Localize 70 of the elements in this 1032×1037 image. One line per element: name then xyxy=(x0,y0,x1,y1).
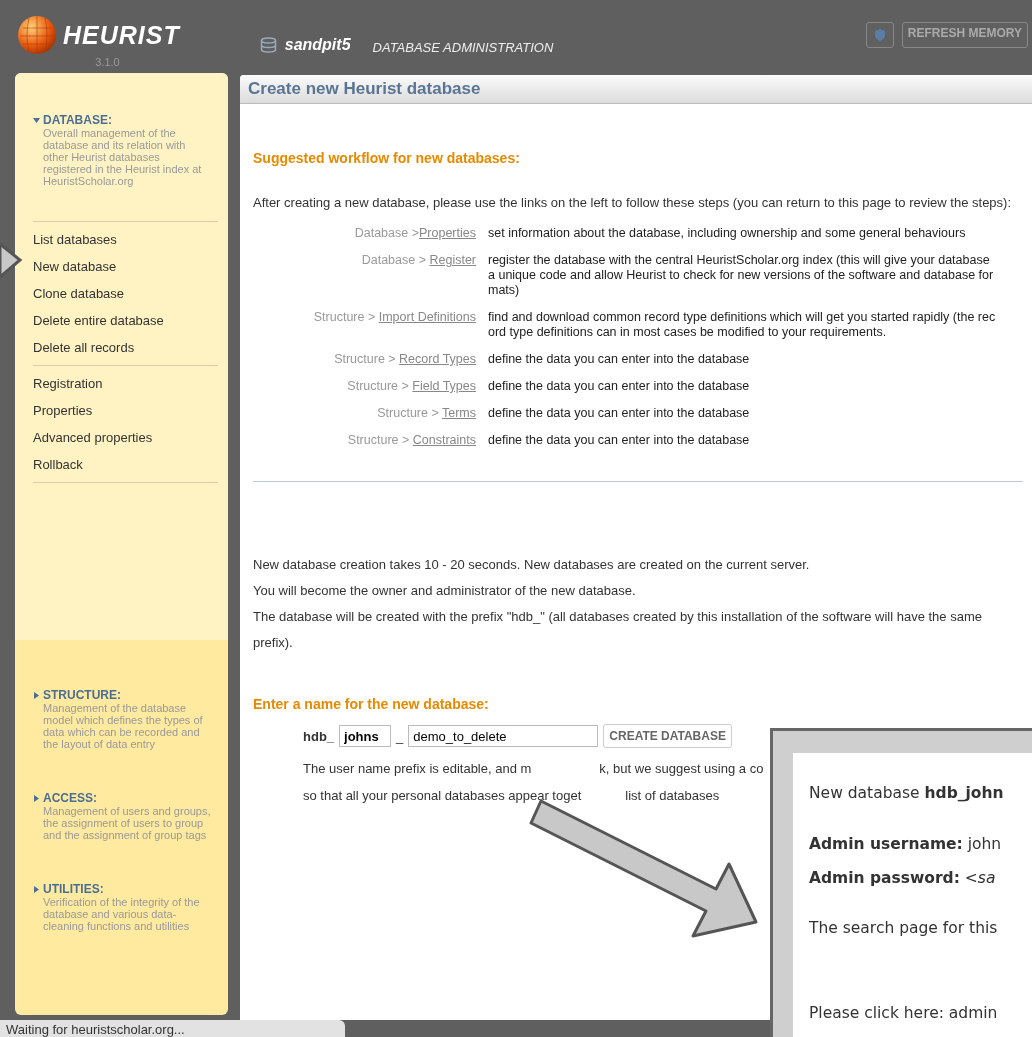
section-description: Management of users and groups, the assignment of users to group and the assignment of group tags xyxy=(43,805,211,841)
intro-text: After creating a new database, please use the links on the left to follow these steps (you can return to this page to review the steps): xyxy=(253,194,1013,212)
section-title[interactable]: UTILITIES: xyxy=(43,882,104,896)
step-link[interactable]: Properties xyxy=(419,226,476,240)
section-heading: Enter a name for the new database: xyxy=(253,696,490,712)
step-link[interactable]: Terms xyxy=(441,406,476,420)
expanded-triangle-icon[interactable] xyxy=(33,116,40,124)
step-description: set information about the database, including ownership and some general behaviours xyxy=(488,226,967,241)
step-area: Structure > xyxy=(377,406,442,420)
step-description: define the data you can enter into the database xyxy=(488,406,751,421)
step-area: Structure > xyxy=(334,352,400,366)
step-description: register the database with the central HeuristScholar.org index (this will give your database a unique code and allow Heurist to check for new versions of the software and database formats) xyxy=(488,253,995,298)
section-title[interactable]: ACCESS: xyxy=(43,791,97,805)
step-description: define the data you can enter into the database xyxy=(488,433,751,448)
username-input[interactable]: johns xyxy=(339,725,392,747)
step-description: find and download common record type definitions which will get you started rapidly (the record type definitions can in most cases be modified to your requirements. xyxy=(488,310,997,340)
hint-text: The user name prefix is editable, and m xyxy=(303,760,532,778)
sidebar-link[interactable]: Registration xyxy=(33,370,218,397)
step-description: define the data you can enter into the database xyxy=(488,352,751,367)
create-database-button[interactable]: CREATE DATABASE xyxy=(603,724,732,748)
sidebar-link[interactable]: New database xyxy=(33,253,218,280)
collapsed-triangle-icon[interactable] xyxy=(33,691,40,699)
step-link[interactable]: Constraints xyxy=(412,433,476,447)
info-text: You will become the owner and administrator of the new database. xyxy=(253,582,637,600)
section-title[interactable]: DATABASE: xyxy=(43,113,112,127)
section-description: Management of the database model which defines the types of data which can be recorded and the layout of data entry xyxy=(43,702,204,750)
logo-text: HEURIST xyxy=(63,22,180,48)
shield-icon xyxy=(874,29,885,41)
step-area: Structure > xyxy=(347,379,413,393)
info-text: The database will be created with the prefix "hdb_" (all databases created by this installation of the software will have the same prefix). xyxy=(253,608,983,652)
step-link[interactable]: Field Types xyxy=(412,379,476,393)
section-title: DATABASE ADMINISTRATION xyxy=(372,40,554,55)
hint-text: list of databases xyxy=(625,787,720,805)
page-title: Create new Heurist database xyxy=(240,75,1032,104)
section-heading: Suggested workflow for new databases: xyxy=(253,150,521,166)
prefix-label: hdb_ xyxy=(303,728,335,744)
callout-text: The search page for this xyxy=(809,918,999,939)
hint-text: k, but we suggest using a co xyxy=(599,760,764,778)
status-bar: Waiting for heuristscholar.org... xyxy=(0,1020,345,1037)
collapsed-triangle-icon[interactable] xyxy=(33,885,40,893)
callout-text: Admin password: <sa xyxy=(809,868,997,889)
sidebar-link[interactable]: List databases xyxy=(33,226,218,253)
database-name-input[interactable]: demo_to_delete xyxy=(408,725,599,747)
callout-text: Admin username: john xyxy=(809,834,1003,855)
collapsed-triangle-icon[interactable] xyxy=(33,794,40,802)
section-description: Overall management of the database and its relation with other Heurist databases registered in the Heurist index at HeuristScholar.org xyxy=(43,127,203,187)
separator-label: _ xyxy=(396,728,404,744)
hint-text: so that all your personal databases appear toget xyxy=(303,787,582,805)
step-area: Structure > xyxy=(313,310,379,324)
step-description: define the data you can enter into the database xyxy=(488,379,751,394)
step-link[interactable]: Record Types xyxy=(399,352,476,366)
database-icon xyxy=(259,37,277,53)
section-title[interactable]: STRUCTURE: xyxy=(43,688,121,702)
version-label: 3.1.0 xyxy=(95,56,120,68)
sidebar-link[interactable]: Rollback xyxy=(33,451,218,478)
section-description: Verification of the integrity of the database and various data-cleaning functions and utilities xyxy=(43,896,201,932)
callout-text: New database hdb_john xyxy=(809,783,1005,804)
database-name: sandpit5 xyxy=(284,36,351,54)
info-text: New database creation takes 10 - 20 seconds. New databases are created on the current server. xyxy=(253,556,811,574)
sidebar-link[interactable]: Delete all records xyxy=(33,334,218,361)
step-area: Database > xyxy=(361,253,430,267)
sidebar-link[interactable]: Advanced properties xyxy=(33,424,218,451)
step-link[interactable]: Import Definitions xyxy=(378,310,476,324)
step-link[interactable]: Register xyxy=(429,253,476,267)
sidebar-link[interactable]: Delete entire database xyxy=(33,307,218,334)
sidebar-link[interactable]: Properties xyxy=(33,397,218,424)
step-area: Database > xyxy=(354,226,419,240)
step-area: Structure > xyxy=(347,433,413,447)
callout-link-text: Please click here: admin xyxy=(809,1003,999,1024)
sidebar-link[interactable]: Clone database xyxy=(33,280,218,307)
